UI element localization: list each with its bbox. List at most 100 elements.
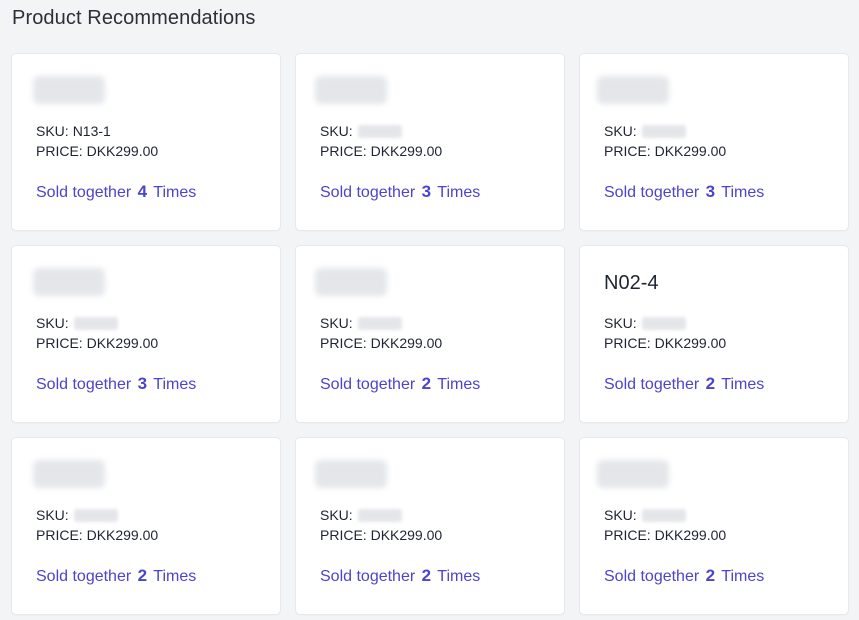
sold-together-link[interactable]: Sold together 4 Times (36, 180, 196, 205)
sold-together-link[interactable]: Sold together 2 Times (36, 564, 196, 589)
sku-value-redacted (641, 316, 686, 330)
product-card[interactable]: SKU: PRICE: DKK299.00 Sold together 3 Ti… (296, 54, 564, 230)
sku-label: SKU: (36, 315, 69, 331)
sku-row: SKU: (320, 121, 442, 141)
sold-prefix: Sold together (604, 568, 700, 585)
sold-prefix: Sold together (604, 184, 700, 201)
recommendations-grid: SKU: N13-1 PRICE: DKK299.00 Sold togethe… (12, 54, 848, 614)
product-info: SKU: PRICE: DKK299.00 (320, 505, 442, 545)
sold-suffix: Times (721, 376, 765, 393)
sku-label: SKU: (604, 507, 637, 523)
product-name-redacted (33, 76, 105, 104)
sold-together-link[interactable]: Sold together 3 Times (320, 180, 480, 205)
sold-suffix: Times (437, 184, 481, 201)
product-info: SKU: PRICE: DKK299.00 (320, 121, 442, 161)
sku-label: SKU: (604, 315, 637, 331)
price-row: PRICE: DKK299.00 (604, 333, 726, 353)
sku-label: SKU: (604, 123, 637, 139)
sold-together-link[interactable]: Sold together 3 Times (604, 180, 764, 205)
sku-row: SKU: (604, 505, 726, 525)
price-row: PRICE: DKK299.00 (36, 141, 158, 161)
product-card[interactable]: SKU: PRICE: DKK299.00 Sold together 3 Ti… (12, 246, 280, 422)
sku-value-redacted (641, 124, 686, 138)
price-label: PRICE: (320, 143, 367, 159)
product-name: N02-4 (604, 272, 659, 294)
sold-count: 3 (705, 182, 716, 201)
sold-suffix: Times (437, 568, 481, 585)
price-label: PRICE: (36, 335, 83, 351)
product-card[interactable]: N02-4 SKU: PRICE: DKK299.00 Sold togethe… (580, 246, 848, 422)
price-value: DKK299.00 (370, 335, 443, 351)
product-info: SKU: PRICE: DKK299.00 (604, 313, 726, 353)
product-name-redacted (315, 76, 387, 104)
price-value: DKK299.00 (86, 335, 159, 351)
price-value: DKK299.00 (654, 335, 727, 351)
sold-prefix: Sold together (320, 568, 416, 585)
product-name-redacted (33, 268, 105, 296)
sold-prefix: Sold together (36, 376, 132, 393)
product-info: SKU: PRICE: DKK299.00 (36, 313, 158, 353)
sold-count: 2 (137, 566, 148, 585)
sold-suffix: Times (153, 184, 197, 201)
product-card[interactable]: SKU: PRICE: DKK299.00 Sold together 2 Ti… (12, 438, 280, 614)
product-card[interactable]: SKU: PRICE: DKK299.00 Sold together 2 Ti… (296, 246, 564, 422)
product-card[interactable]: SKU: PRICE: DKK299.00 Sold together 2 Ti… (296, 438, 564, 614)
price-value: DKK299.00 (370, 527, 443, 543)
price-row: PRICE: DKK299.00 (604, 141, 726, 161)
sku-value-redacted (73, 508, 118, 522)
price-label: PRICE: (320, 527, 367, 543)
sold-together-link[interactable]: Sold together 2 Times (604, 564, 764, 589)
price-label: PRICE: (36, 527, 83, 543)
price-row: PRICE: DKK299.00 (36, 525, 158, 545)
price-value: DKK299.00 (654, 143, 727, 159)
price-label: PRICE: (604, 335, 651, 351)
sku-value-redacted (357, 124, 402, 138)
sku-label: SKU: (36, 507, 69, 523)
sold-prefix: Sold together (604, 376, 700, 393)
sku-value-redacted (73, 316, 118, 330)
product-name-redacted (315, 460, 387, 488)
product-name-redacted (33, 460, 105, 488)
product-info: SKU: PRICE: DKK299.00 (36, 505, 158, 545)
sold-together-link[interactable]: Sold together 2 Times (604, 372, 764, 397)
sold-count: 4 (137, 182, 148, 201)
sku-label: SKU: (36, 123, 69, 139)
price-row: PRICE: DKK299.00 (320, 525, 442, 545)
price-label: PRICE: (604, 143, 651, 159)
sku-value-redacted (357, 316, 402, 330)
sold-prefix: Sold together (320, 184, 416, 201)
sku-label: SKU: (320, 123, 353, 139)
sold-suffix: Times (153, 568, 197, 585)
sku-row: SKU: N13-1 (36, 121, 158, 141)
sold-prefix: Sold together (36, 184, 132, 201)
sold-together-link[interactable]: Sold together 3 Times (36, 372, 196, 397)
sold-suffix: Times (721, 568, 765, 585)
sku-row: SKU: (320, 313, 442, 333)
price-value: DKK299.00 (370, 143, 443, 159)
sku-value: N13-1 (72, 123, 111, 139)
sku-row: SKU: (604, 121, 726, 141)
product-card[interactable]: SKU: PRICE: DKK299.00 Sold together 2 Ti… (580, 438, 848, 614)
product-card[interactable]: SKU: PRICE: DKK299.00 Sold together 3 Ti… (580, 54, 848, 230)
price-row: PRICE: DKK299.00 (320, 333, 442, 353)
price-label: PRICE: (320, 335, 367, 351)
sku-value-redacted (641, 508, 686, 522)
price-value: DKK299.00 (86, 527, 159, 543)
sold-suffix: Times (437, 376, 481, 393)
sold-together-link[interactable]: Sold together 2 Times (320, 564, 480, 589)
price-label: PRICE: (604, 527, 651, 543)
product-info: SKU: PRICE: DKK299.00 (604, 505, 726, 545)
product-card[interactable]: SKU: N13-1 PRICE: DKK299.00 Sold togethe… (12, 54, 280, 230)
sold-count: 2 (421, 566, 432, 585)
sold-count: 3 (137, 374, 148, 393)
sku-row: SKU: (36, 505, 158, 525)
sku-row: SKU: (36, 313, 158, 333)
price-value: DKK299.00 (86, 143, 159, 159)
sku-value-redacted (357, 508, 402, 522)
sold-together-link[interactable]: Sold together 2 Times (320, 372, 480, 397)
sold-prefix: Sold together (320, 376, 416, 393)
page-title: Product Recommendations (12, 7, 256, 29)
sku-row: SKU: (320, 505, 442, 525)
product-name-redacted (315, 268, 387, 296)
price-label: PRICE: (36, 143, 83, 159)
